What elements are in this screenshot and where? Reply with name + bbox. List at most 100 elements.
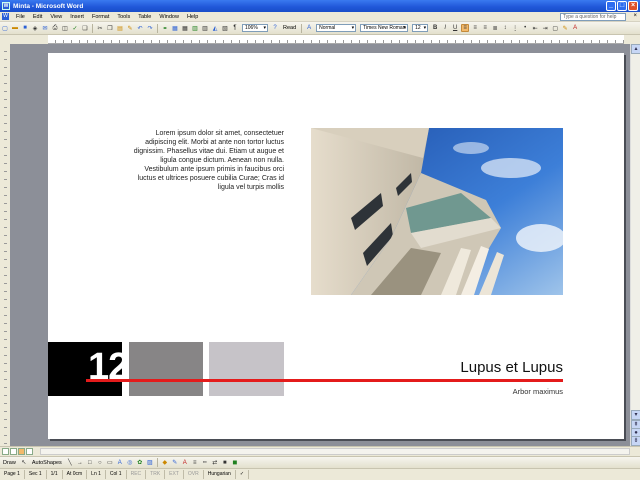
draw-menu[interactable]: Draw — [0, 460, 19, 466]
align-left-icon[interactable]: ≡ — [461, 24, 470, 32]
menu-view[interactable]: View — [46, 14, 66, 20]
diagram-icon[interactable]: ◎ — [126, 459, 134, 467]
tables-borders-icon[interactable]: ▦ — [171, 24, 179, 32]
chapter-number[interactable]: 12 — [88, 342, 129, 392]
word-app-icon[interactable]: W — [2, 2, 10, 10]
oval-icon[interactable]: ○ — [96, 459, 104, 467]
horizontal-ruler[interactable] — [48, 35, 624, 44]
status-ext[interactable]: EXT — [165, 470, 184, 479]
horizontal-scrollbar[interactable] — [40, 448, 630, 455]
fill-color-icon[interactable]: ◆ — [161, 459, 169, 467]
wordart-icon[interactable]: A — [116, 459, 124, 467]
arrow-icon[interactable]: → — [76, 459, 84, 467]
dash-style-icon[interactable]: ┅ — [201, 459, 209, 467]
italic-icon[interactable]: I — [441, 24, 449, 32]
insert-table-icon[interactable]: ▦ — [181, 24, 189, 32]
insert-picture-icon[interactable]: ▨ — [146, 459, 154, 467]
menu-table[interactable]: Table — [134, 14, 155, 20]
print-preview-icon[interactable]: ◫ — [61, 24, 69, 32]
document-subtitle[interactable]: Arbor maximus — [513, 387, 563, 396]
line-color-icon[interactable]: ✎ — [171, 459, 179, 467]
bold-icon[interactable]: B — [431, 24, 439, 32]
status-trk[interactable]: TRK — [146, 470, 166, 479]
copy-icon[interactable]: ❐ — [106, 24, 114, 32]
show-hide-icon[interactable]: ¶ — [231, 24, 239, 32]
insert-excel-icon[interactable]: ▥ — [191, 24, 199, 32]
normal-view-icon[interactable] — [2, 448, 9, 455]
status-language[interactable]: Hungarian — [204, 470, 236, 479]
maximize-button[interactable]: □ — [617, 1, 627, 11]
minimize-button[interactable]: _ — [606, 1, 616, 11]
menu-tools[interactable]: Tools — [113, 14, 134, 20]
drawing-icon[interactable]: ◭ — [211, 24, 219, 32]
bullets-icon[interactable]: • — [521, 24, 529, 32]
document-map-icon[interactable]: ▧ — [221, 24, 229, 32]
outline-view-icon[interactable] — [26, 448, 33, 455]
menu-file[interactable]: File — [12, 14, 29, 20]
print-layout-icon[interactable] — [18, 448, 25, 455]
help-search-input[interactable]: Type a question for help — [560, 13, 626, 21]
shadow-style-icon[interactable]: ■ — [221, 459, 229, 467]
highlight-icon[interactable]: ✎ — [561, 24, 569, 32]
font-select[interactable]: Times New Roman — [360, 24, 409, 32]
align-right-icon[interactable]: ≡ — [481, 24, 489, 32]
new-document-icon[interactable]: ▢ — [1, 24, 9, 32]
3d-style-icon[interactable]: ◼ — [231, 459, 239, 467]
menu-window[interactable]: Window — [155, 14, 183, 20]
redo-icon[interactable]: ↷ — [146, 24, 154, 32]
increase-indent-icon[interactable]: ⇥ — [541, 24, 549, 32]
outside-border-icon[interactable]: ▢ — [551, 24, 559, 32]
clip-art-icon[interactable]: ✿ — [136, 459, 144, 467]
format-painter-icon[interactable]: ✎ — [126, 24, 134, 32]
status-ovr[interactable]: OVR — [184, 470, 204, 479]
scroll-up-icon[interactable]: ▴ — [631, 44, 640, 54]
line-style-icon[interactable]: ≡ — [191, 459, 199, 467]
spelling-status-icon[interactable]: ✓ — [236, 470, 250, 479]
save-icon[interactable]: ■ — [21, 24, 29, 32]
scroll-down-icon[interactable]: ▾ — [631, 410, 640, 420]
undo-icon[interactable]: ↶ — [136, 24, 144, 32]
document-title[interactable]: Lupus et Lupus — [460, 359, 563, 376]
font-size-select[interactable]: 12 — [412, 24, 429, 32]
menu-edit[interactable]: Edit — [29, 14, 46, 20]
align-center-icon[interactable]: ≡ — [471, 24, 479, 32]
draw-font-color-icon[interactable]: A — [181, 459, 189, 467]
web-view-icon[interactable] — [10, 448, 17, 455]
spelling-icon[interactable]: ✓ — [71, 24, 79, 32]
close-button[interactable]: × — [628, 1, 638, 11]
email-icon[interactable]: ✉ — [41, 24, 49, 32]
underline-icon[interactable]: U — [451, 24, 459, 32]
select-objects-icon[interactable]: ↖ — [20, 459, 28, 467]
vertical-ruler[interactable] — [0, 44, 10, 446]
help-icon[interactable]: ? — [271, 24, 279, 32]
rectangle-icon[interactable]: □ — [86, 459, 94, 467]
vertical-scrollbar[interactable]: ▴ ▾ ⇞ ● ⇟ — [630, 44, 640, 446]
document-page[interactable]: Lorem ipsum dolor sit amet, consectetuer… — [48, 53, 624, 439]
print-icon[interactable]: ⎙ — [51, 24, 59, 32]
menu-format[interactable]: Format — [88, 14, 113, 20]
numbering-icon[interactable]: ⋮ — [511, 24, 519, 32]
decrease-indent-icon[interactable]: ⇤ — [531, 24, 539, 32]
permission-icon[interactable]: ◈ — [31, 24, 39, 32]
autoshapes-menu[interactable]: AutoShapes — [29, 460, 65, 466]
building-photo[interactable] — [311, 128, 563, 295]
line-icon[interactable]: ╲ — [66, 459, 74, 467]
read-button[interactable]: Read — [280, 25, 299, 31]
status-rec[interactable]: REC — [127, 470, 147, 479]
font-color-icon[interactable]: A — [571, 24, 579, 32]
columns-icon[interactable]: ▥ — [201, 24, 209, 32]
document-close-icon[interactable]: × — [633, 13, 637, 19]
cut-icon[interactable]: ✂ — [96, 24, 104, 32]
styles-pane-icon[interactable]: A — [305, 24, 313, 32]
zoom-select[interactable]: 106% — [242, 24, 268, 32]
line-spacing-icon[interactable]: ↕ — [501, 24, 509, 32]
menu-help[interactable]: Help — [183, 14, 202, 20]
next-page-icon[interactable]: ⇟ — [631, 436, 640, 446]
arrow-style-icon[interactable]: ⇄ — [211, 459, 219, 467]
paste-icon[interactable]: ▤ — [116, 24, 124, 32]
open-folder-icon[interactable]: ▬ — [11, 24, 19, 32]
justify-icon[interactable]: ≣ — [491, 24, 499, 32]
menu-insert[interactable]: Insert — [66, 14, 88, 20]
style-select[interactable]: Normal — [316, 24, 357, 32]
text-box-icon[interactable]: ▭ — [106, 459, 114, 467]
